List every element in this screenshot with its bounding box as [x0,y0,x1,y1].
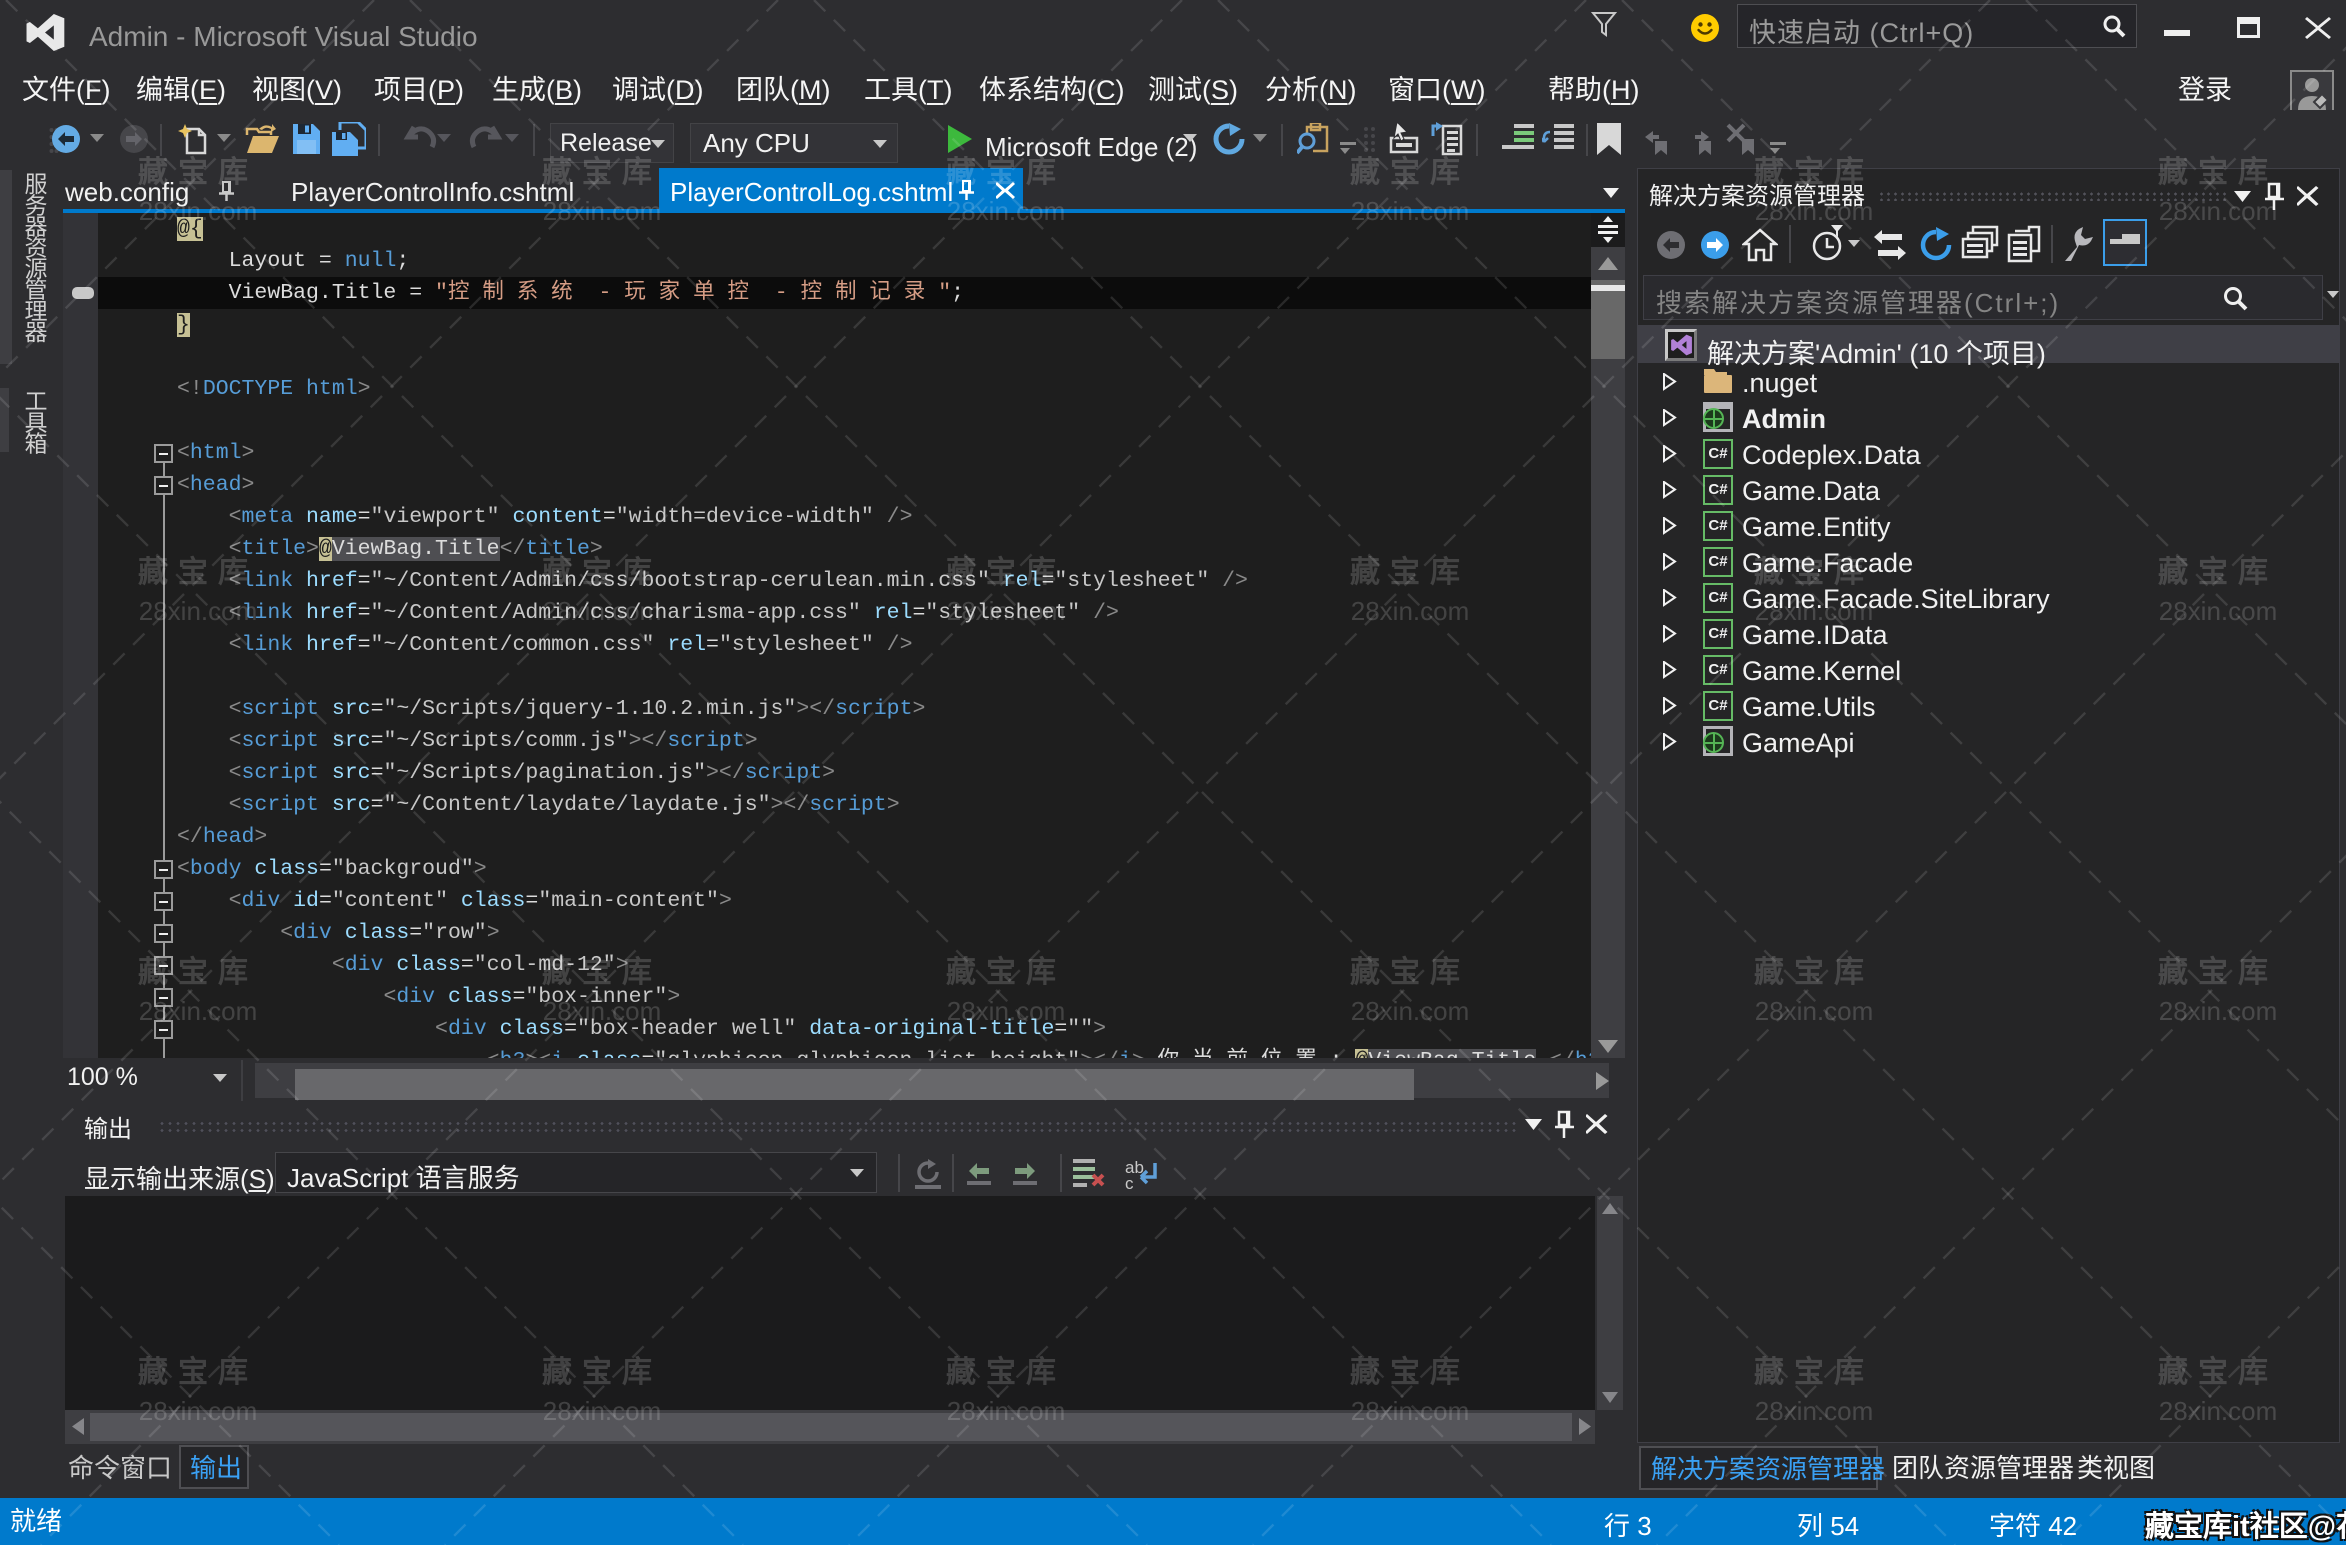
svg-text:c: c [1125,1174,1134,1191]
